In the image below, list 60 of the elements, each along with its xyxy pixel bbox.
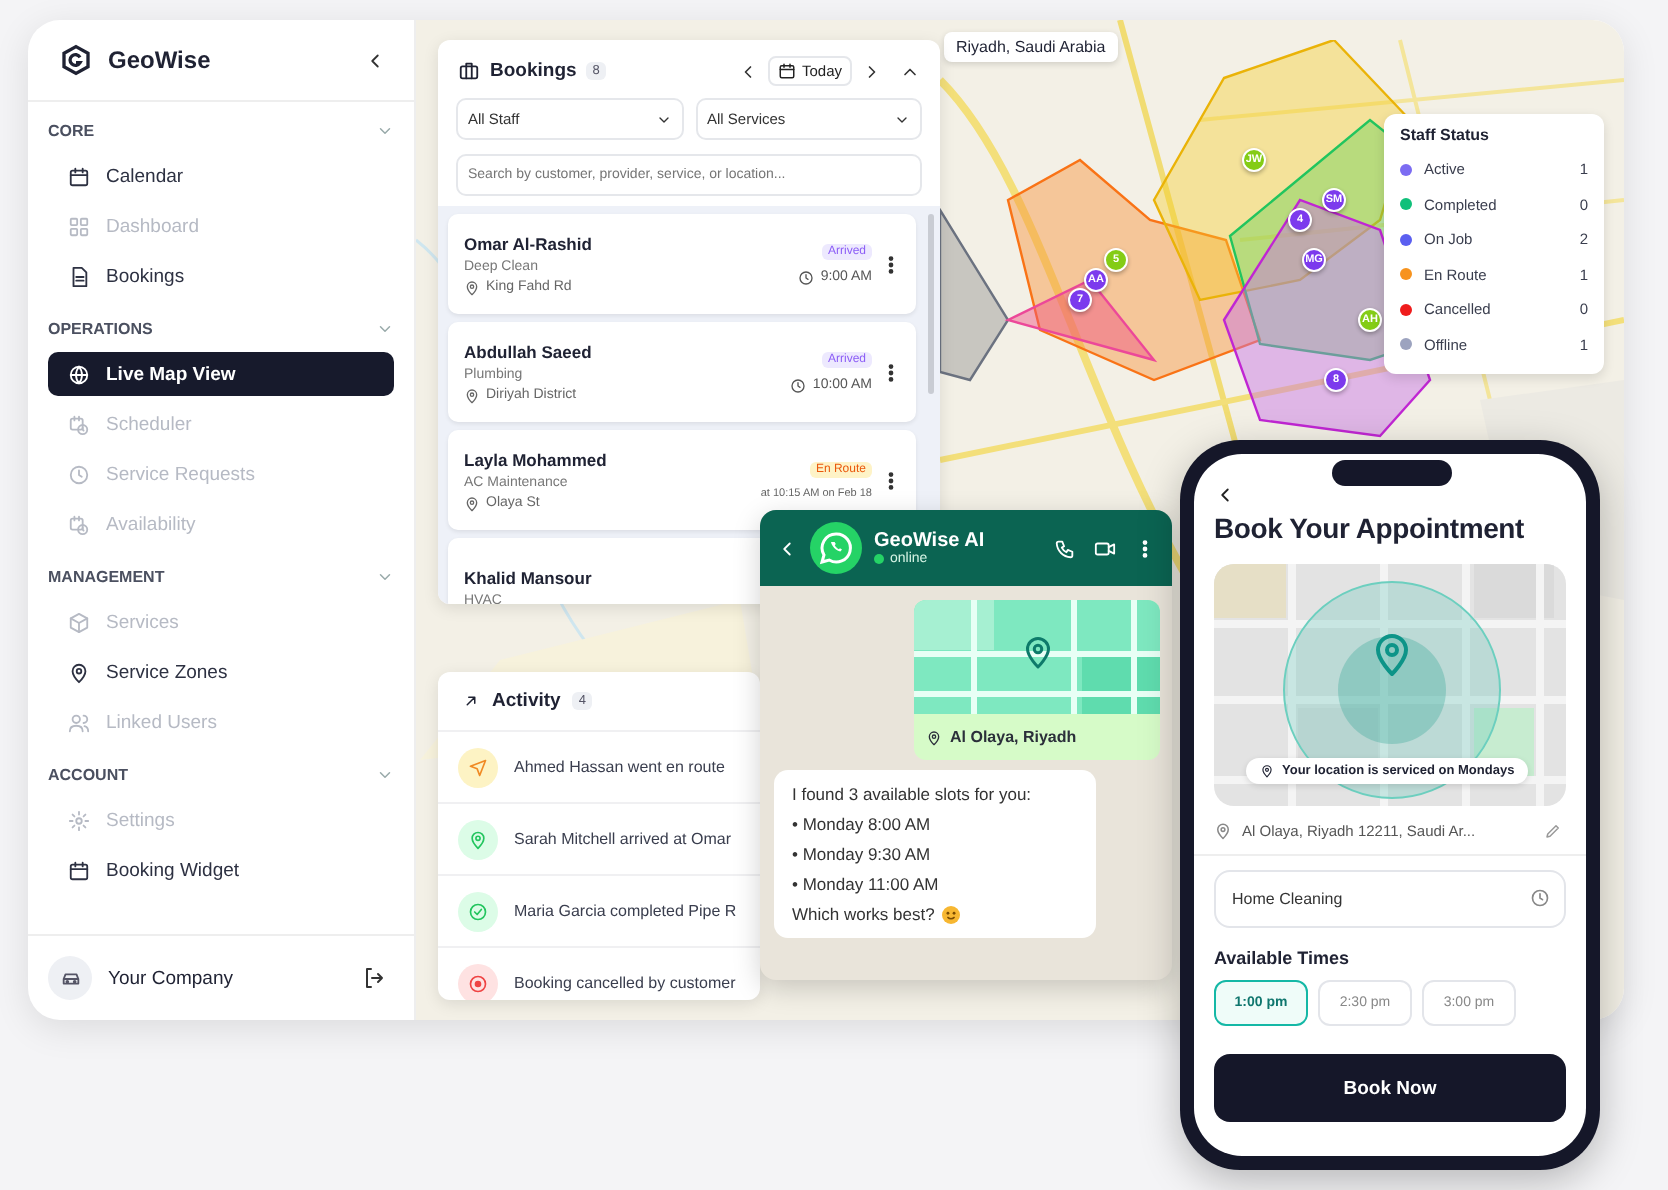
section-title: CORE: [48, 121, 95, 139]
location-pin-icon: [68, 661, 90, 683]
location-pin-icon: [1260, 764, 1274, 778]
navigation-icon: [468, 757, 488, 777]
clock-icon: [1530, 888, 1550, 908]
settings-icon: [68, 809, 90, 831]
nav-item[interactable]: Calendar: [48, 154, 394, 198]
grid-icon: [68, 215, 90, 237]
box-icon: [68, 611, 90, 633]
legend-title: Staff Status: [1400, 126, 1491, 144]
clock-icon: [798, 269, 815, 285]
target-icon: [468, 973, 488, 993]
section-title: OPERATIONS: [48, 319, 153, 337]
nav-item[interactable]: Live Map View: [48, 352, 394, 396]
activity-text: Maria Garcia completed Pipe R: [514, 902, 737, 920]
clock-icon: [68, 463, 90, 485]
screen-title: Book Your Appointment: [1214, 512, 1526, 544]
panel-title: Activity: [492, 690, 561, 712]
location-pin-icon: [468, 829, 488, 849]
customer-name: Khalid Mansour: [464, 568, 594, 588]
panel-title: Bookings: [490, 60, 577, 82]
calendar-icon: [68, 165, 90, 187]
location-pin-icon: [464, 387, 480, 403]
brand-name: GeoWise: [108, 46, 213, 74]
nav-item[interactable]: Service Zones: [48, 650, 394, 694]
globe-icon: [68, 363, 90, 385]
briefcase-icon: [458, 60, 480, 82]
scrollbar[interactable]: [928, 214, 934, 394]
calendar-icon: [777, 62, 796, 80]
nav-item[interactable]: Bookings: [48, 254, 394, 298]
arrow-icon: [462, 692, 480, 710]
calendar-clock-icon: [68, 513, 90, 535]
document-icon: [68, 265, 90, 287]
logo-icon: [60, 44, 92, 76]
users-icon: [68, 711, 90, 733]
logout-button[interactable]: [362, 966, 386, 990]
activity-text: Booking cancelled by customer: [514, 974, 736, 992]
activity-text: Sarah Mitchell arrived at Omar: [514, 830, 731, 848]
nav-item[interactable]: Booking Widget: [48, 848, 394, 892]
service-field[interactable]: Home Cleaning: [1214, 870, 1566, 928]
location-pin-icon: [464, 495, 480, 511]
section-title: Available Times: [1214, 948, 1352, 968]
customer-name: Layla Mohammed: [464, 449, 609, 469]
calendar-icon: [68, 859, 90, 881]
customer-name: Abdullah Saeed: [464, 341, 594, 361]
logout-icon: [362, 966, 386, 990]
check-circle-icon: [468, 901, 488, 921]
pencil-icon: [1544, 822, 1562, 840]
section-title: MANAGEMENT: [48, 567, 165, 585]
edit-button[interactable]: [1544, 822, 1562, 840]
calendar-clock-icon: [68, 413, 90, 435]
activity-text: Ahmed Hassan went en route: [514, 758, 725, 776]
location-label: Riyadh, Saudi Arabia: [944, 32, 1118, 62]
book-now-button[interactable]: Book Now: [1214, 1054, 1566, 1122]
phone-notch: [1332, 460, 1452, 486]
customer-name: Omar Al-Rashid: [464, 233, 594, 253]
clock-icon: [790, 377, 807, 393]
location-pin-icon: [464, 279, 480, 295]
company-name: Your Company: [108, 967, 235, 989]
section-title: ACCOUNT: [48, 765, 128, 783]
